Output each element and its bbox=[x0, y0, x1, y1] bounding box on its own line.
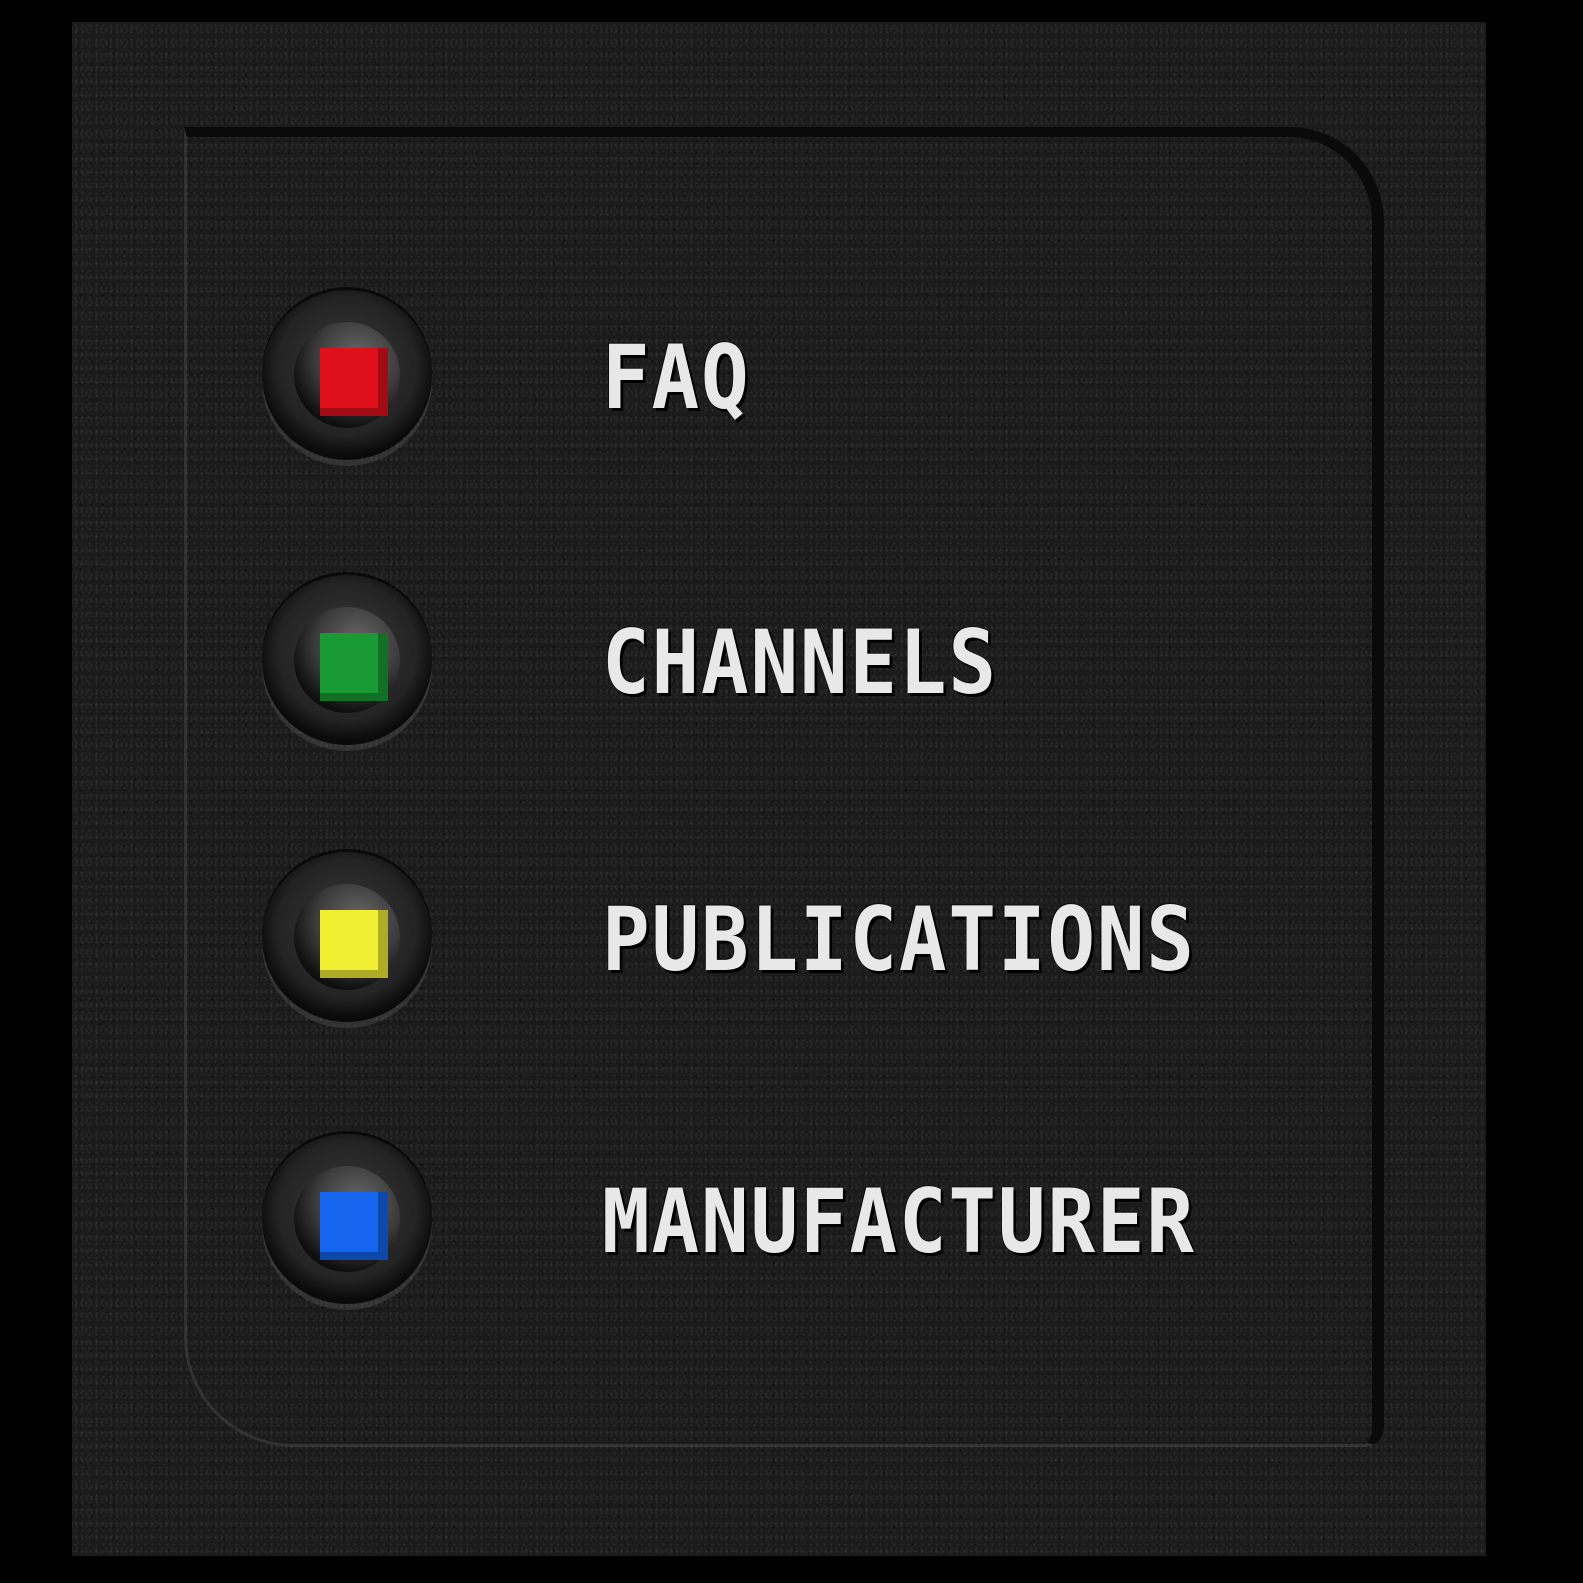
menu-item-label: PUBLICATIONS bbox=[602, 888, 1196, 991]
menu-item-faq[interactable]: FAQ bbox=[262, 290, 1312, 460]
blue-square-led-icon bbox=[320, 1192, 388, 1260]
menu-item-label: FAQ bbox=[602, 326, 751, 429]
menu-panel: FAQ CHANNELS PUBLICATIONS MANUFACTURER bbox=[72, 22, 1486, 1556]
yellow-square-led-icon bbox=[320, 910, 388, 978]
green-square-led-icon bbox=[320, 633, 388, 701]
menu-item-label: MANUFACTURER bbox=[602, 1170, 1196, 1273]
red-square-led-icon bbox=[320, 348, 388, 416]
menu-item-publications[interactable]: PUBLICATIONS bbox=[262, 852, 1312, 1022]
menu-item-manufacturer[interactable]: MANUFACTURER bbox=[262, 1134, 1312, 1304]
led-socket bbox=[262, 290, 432, 460]
menu-item-channels[interactable]: CHANNELS bbox=[262, 575, 1312, 745]
menu-item-label: CHANNELS bbox=[602, 611, 998, 714]
led-socket bbox=[262, 852, 432, 1022]
led-socket bbox=[262, 1134, 432, 1304]
led-socket bbox=[262, 575, 432, 745]
